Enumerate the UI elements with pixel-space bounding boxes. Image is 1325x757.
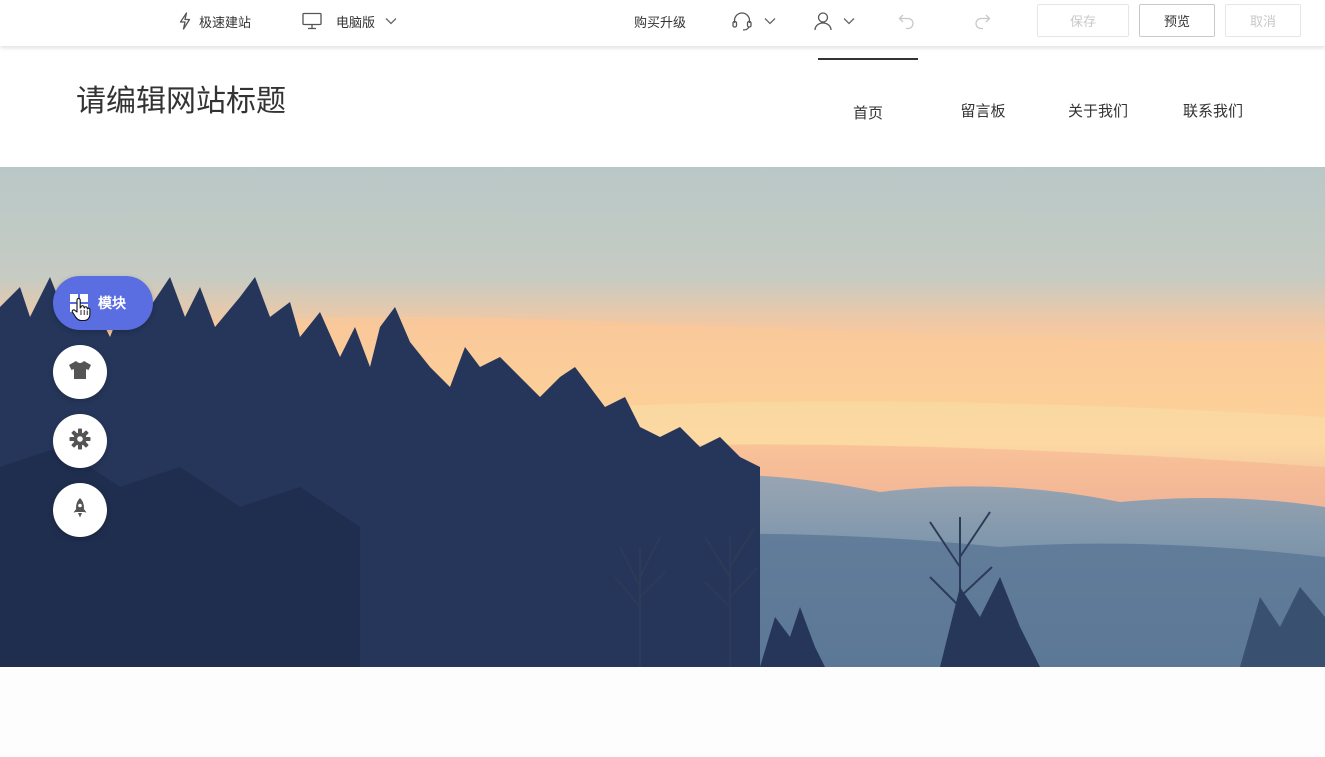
site-title[interactable]: 请编辑网站标题 [76, 76, 286, 120]
support-dropdown[interactable] [731, 0, 776, 42]
editor-toolbar: 极速建站 电脑版 购买升级 保存 预览 取消 [0, 0, 1325, 46]
banner-image[interactable] [0, 167, 1325, 667]
chevron-down-icon [764, 17, 776, 25]
hand-pointer-icon [71, 297, 91, 326]
headset-icon [731, 11, 753, 31]
save-button[interactable]: 保存 [1037, 4, 1129, 37]
chevron-down-icon [843, 17, 855, 25]
rocket-icon [71, 497, 89, 523]
shirt-icon [68, 360, 92, 384]
monitor-icon [302, 12, 322, 30]
gear-icon [69, 428, 91, 454]
nav-item-home[interactable]: 首页 [818, 58, 918, 158]
nav-item-label: 留言板 [960, 102, 1006, 120]
user-icon [813, 11, 833, 31]
module-label: 模块 [98, 296, 126, 312]
theme-button[interactable] [53, 345, 107, 399]
quick-build-button[interactable]: 极速建站 [178, 0, 251, 42]
upgrade-link[interactable]: 购买升级 [634, 0, 686, 42]
misty-forest-sunrise-image [0, 167, 1325, 667]
redo-button[interactable] [973, 0, 991, 42]
undo-icon [898, 12, 916, 30]
lightning-icon [178, 12, 192, 30]
nav-item-guestbook[interactable]: 留言板 [933, 58, 1033, 158]
page-body-blank [0, 667, 1325, 757]
device-switch-dropdown[interactable]: 电脑版 [302, 0, 397, 42]
publish-button[interactable] [53, 483, 107, 537]
preview-button[interactable]: 预览 [1139, 4, 1215, 37]
account-dropdown[interactable] [813, 0, 855, 42]
redo-icon [973, 12, 991, 30]
nav-item-label: 关于我们 [1067, 102, 1128, 120]
device-label: 电脑版 [336, 15, 376, 31]
nav-item-label: 首页 [852, 104, 883, 122]
nav-item-contact[interactable]: 联系我们 [1163, 58, 1263, 158]
nav-item-label: 联系我们 [1182, 102, 1243, 120]
chevron-down-icon [385, 17, 397, 25]
settings-button[interactable] [53, 414, 107, 468]
upgrade-label: 购买升级 [634, 15, 687, 31]
site-header: 请编辑网站标题 首页 留言板 关于我们 联系我们 [0, 46, 1325, 167]
undo-button[interactable] [898, 0, 916, 42]
quick-build-label: 极速建站 [199, 15, 252, 31]
nav-item-about[interactable]: 关于我们 [1048, 58, 1148, 158]
cancel-button[interactable]: 取消 [1225, 4, 1301, 37]
module-button[interactable]: 模块 [53, 276, 153, 330]
